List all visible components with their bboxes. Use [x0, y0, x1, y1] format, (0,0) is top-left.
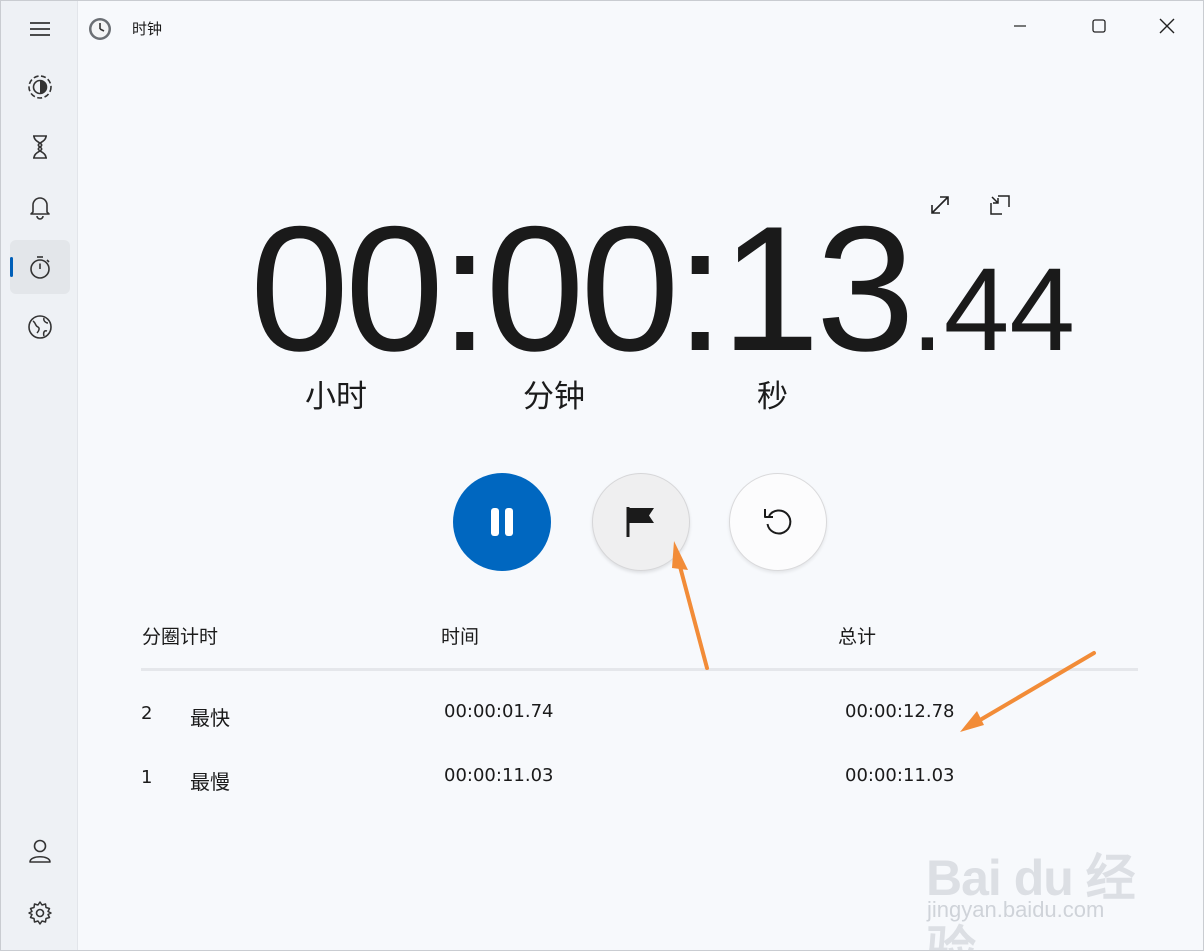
minutes-label: 分钟 [523, 379, 585, 415]
nav-account[interactable] [10, 825, 70, 879]
nav-stopwatch[interactable] [10, 240, 70, 294]
hours-value: 00 [250, 189, 444, 388]
maximize-button[interactable] [1076, 9, 1122, 43]
watermark-url: jingyan.baidu.com [927, 897, 1105, 922]
minimize-button[interactable] [997, 9, 1043, 43]
stopwatch-page: 时钟 00:00:13.44 小时 分钟 秒 分圈计时 时间 总计 2 最快 0… [78, 1, 1203, 950]
baidu-watermark: Bai du 经验 jingyan.baidu.com [921, 821, 1151, 950]
bell-icon [30, 197, 50, 220]
title-bar: 时钟 [78, 1, 1203, 55]
lap-number: 1 [141, 767, 153, 788]
time-column-header: 时间 [441, 626, 480, 648]
close-icon [1159, 18, 1175, 34]
minimize-icon [1014, 25, 1026, 27]
table-divider [141, 668, 1138, 671]
lap-number: 2 [141, 703, 153, 724]
elapsed-time-display: 00:00:13.44 [250, 200, 1075, 378]
reset-button[interactable] [729, 473, 827, 571]
hourglass-icon [33, 135, 47, 159]
flag-icon [626, 507, 654, 537]
separator-colon: : [675, 189, 725, 388]
lap-time: 00:00:01.74 [444, 701, 554, 722]
focus-icon [28, 75, 52, 99]
lap-tag: 最慢 [190, 770, 230, 794]
pause-icon [491, 508, 513, 536]
active-indicator [10, 257, 13, 277]
lap-tag: 最快 [190, 706, 230, 730]
nav-settings[interactable] [10, 886, 70, 940]
seconds-value: 13 [720, 189, 915, 388]
lap-time: 00:00:11.03 [444, 765, 554, 786]
fraction-value: 44 [943, 244, 1075, 376]
decimal-point: . [910, 244, 944, 376]
lap-total: 00:00:11.03 [845, 765, 955, 786]
close-button[interactable] [1144, 9, 1190, 43]
lap-button[interactable] [592, 473, 690, 571]
settings-icon [28, 901, 52, 925]
annotation-arrow-to-lap-total [960, 651, 1096, 732]
lap-total: 00:00:12.78 [845, 701, 955, 722]
reset-icon [764, 509, 792, 535]
seconds-label: 秒 [757, 379, 788, 415]
separator-colon: : [440, 189, 490, 388]
nav-focus-sessions[interactable] [10, 60, 70, 114]
menu-button[interactable] [10, 2, 70, 56]
annotation-arrow-to-lap-button [672, 541, 709, 670]
total-column-header: 总计 [838, 626, 877, 648]
clock-app-icon [88, 17, 112, 45]
hours-label: 小时 [305, 379, 367, 415]
nav-sidebar [1, 1, 78, 950]
lap-column-header: 分圈计时 [142, 626, 219, 648]
pause-button[interactable] [453, 473, 551, 571]
stopwatch-icon [30, 256, 50, 279]
window-title: 时钟 [132, 20, 163, 38]
menu-icon [30, 22, 50, 36]
nav-timer[interactable] [10, 120, 70, 174]
maximize-icon [1092, 19, 1106, 33]
clock-window: 时钟 00:00:13.44 小时 分钟 秒 分圈计时 时间 总计 2 最快 0… [0, 0, 1204, 951]
nav-world-clock[interactable] [10, 300, 70, 354]
nav-alarm[interactable] [10, 180, 70, 234]
account-icon [29, 839, 51, 863]
watermark-brand: Bai du 经验 [926, 850, 1136, 951]
minutes-value: 00 [485, 189, 679, 388]
globe-icon [28, 315, 52, 339]
